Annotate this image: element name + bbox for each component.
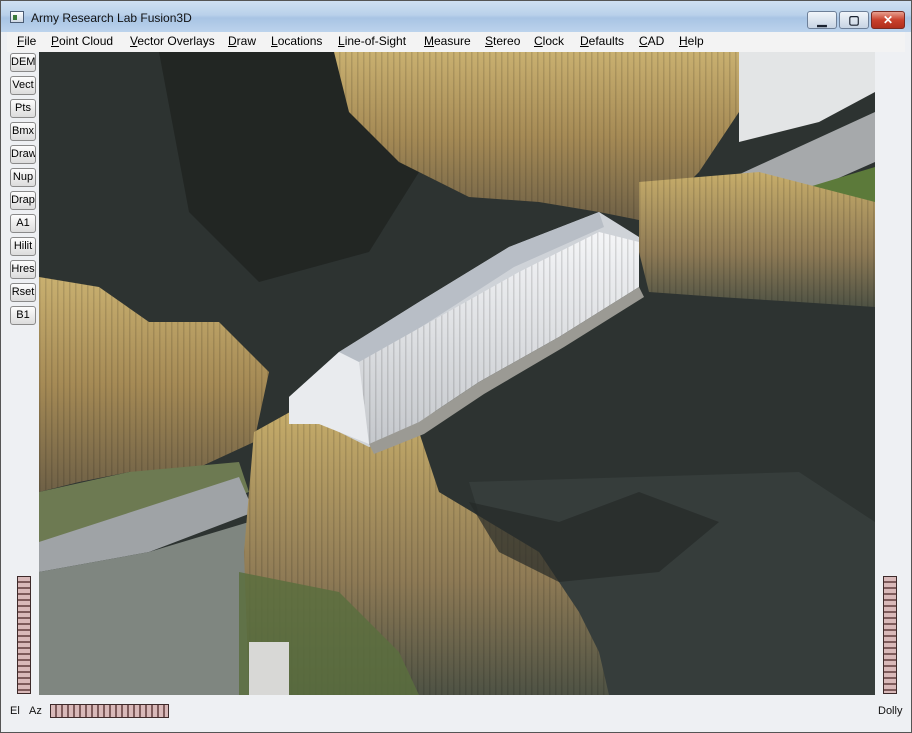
window-title: Army Research Lab Fusion3D [31,11,192,25]
dem-button[interactable]: DEM [10,53,36,72]
terrain-scene [39,52,875,695]
az-label: Az [29,705,42,717]
close-button[interactable]: ✕ [871,11,905,29]
b1-button[interactable]: B1 [10,306,36,325]
app-window: Army Research Lab Fusion3D ▁ ▢ ✕ File Po… [0,0,912,733]
menu-file[interactable]: File [17,34,36,48]
minimize-button[interactable]: ▁ [807,11,837,29]
menu-cad[interactable]: CAD [639,34,664,48]
menu-measure[interactable]: Measure [424,34,471,48]
maximize-icon: ▢ [848,13,860,27]
menu-bar: File Point Cloud Vector Overlays Draw Lo… [7,32,905,52]
dolly-label: Dolly [878,705,903,717]
3d-viewport[interactable] [39,52,875,695]
foreground-structure [249,642,289,695]
bmx-button[interactable]: Bmx [10,122,36,141]
hilit-button[interactable]: Hilit [10,237,36,256]
menu-locations[interactable]: Locations [271,34,322,48]
maximize-button[interactable]: ▢ [839,11,869,29]
pts-button[interactable]: Pts [10,99,36,118]
rset-button[interactable]: Rset [10,283,36,302]
elevation-slider[interactable] [17,576,31,694]
azimuth-slider[interactable] [50,704,169,718]
dolly-slider[interactable] [883,576,897,694]
menu-defaults[interactable]: Defaults [580,34,624,48]
menu-line-of-sight[interactable]: Line-of-Sight [338,34,406,48]
menu-point-cloud[interactable]: Point Cloud [51,34,113,48]
nup-button[interactable]: Nup [10,168,36,187]
a1-button[interactable]: A1 [10,214,36,233]
hres-button[interactable]: Hres [10,260,36,279]
drap-button[interactable]: Drap [10,191,36,210]
menu-vector-overlays[interactable]: Vector Overlays [130,34,215,48]
close-icon: ✕ [882,13,894,27]
menu-help[interactable]: Help [679,34,704,48]
vect-button[interactable]: Vect [10,76,36,95]
menu-clock[interactable]: Clock [534,34,564,48]
minimize-icon: ▁ [817,13,827,27]
app-icon[interactable] [10,11,24,23]
menu-draw[interactable]: Draw [228,34,256,48]
title-bar[interactable]: Army Research Lab Fusion3D ▁ ▢ ✕ [1,1,911,32]
el-label: El [10,705,20,717]
menu-stereo[interactable]: Stereo [485,34,520,48]
draw-button[interactable]: Draw [10,145,36,164]
